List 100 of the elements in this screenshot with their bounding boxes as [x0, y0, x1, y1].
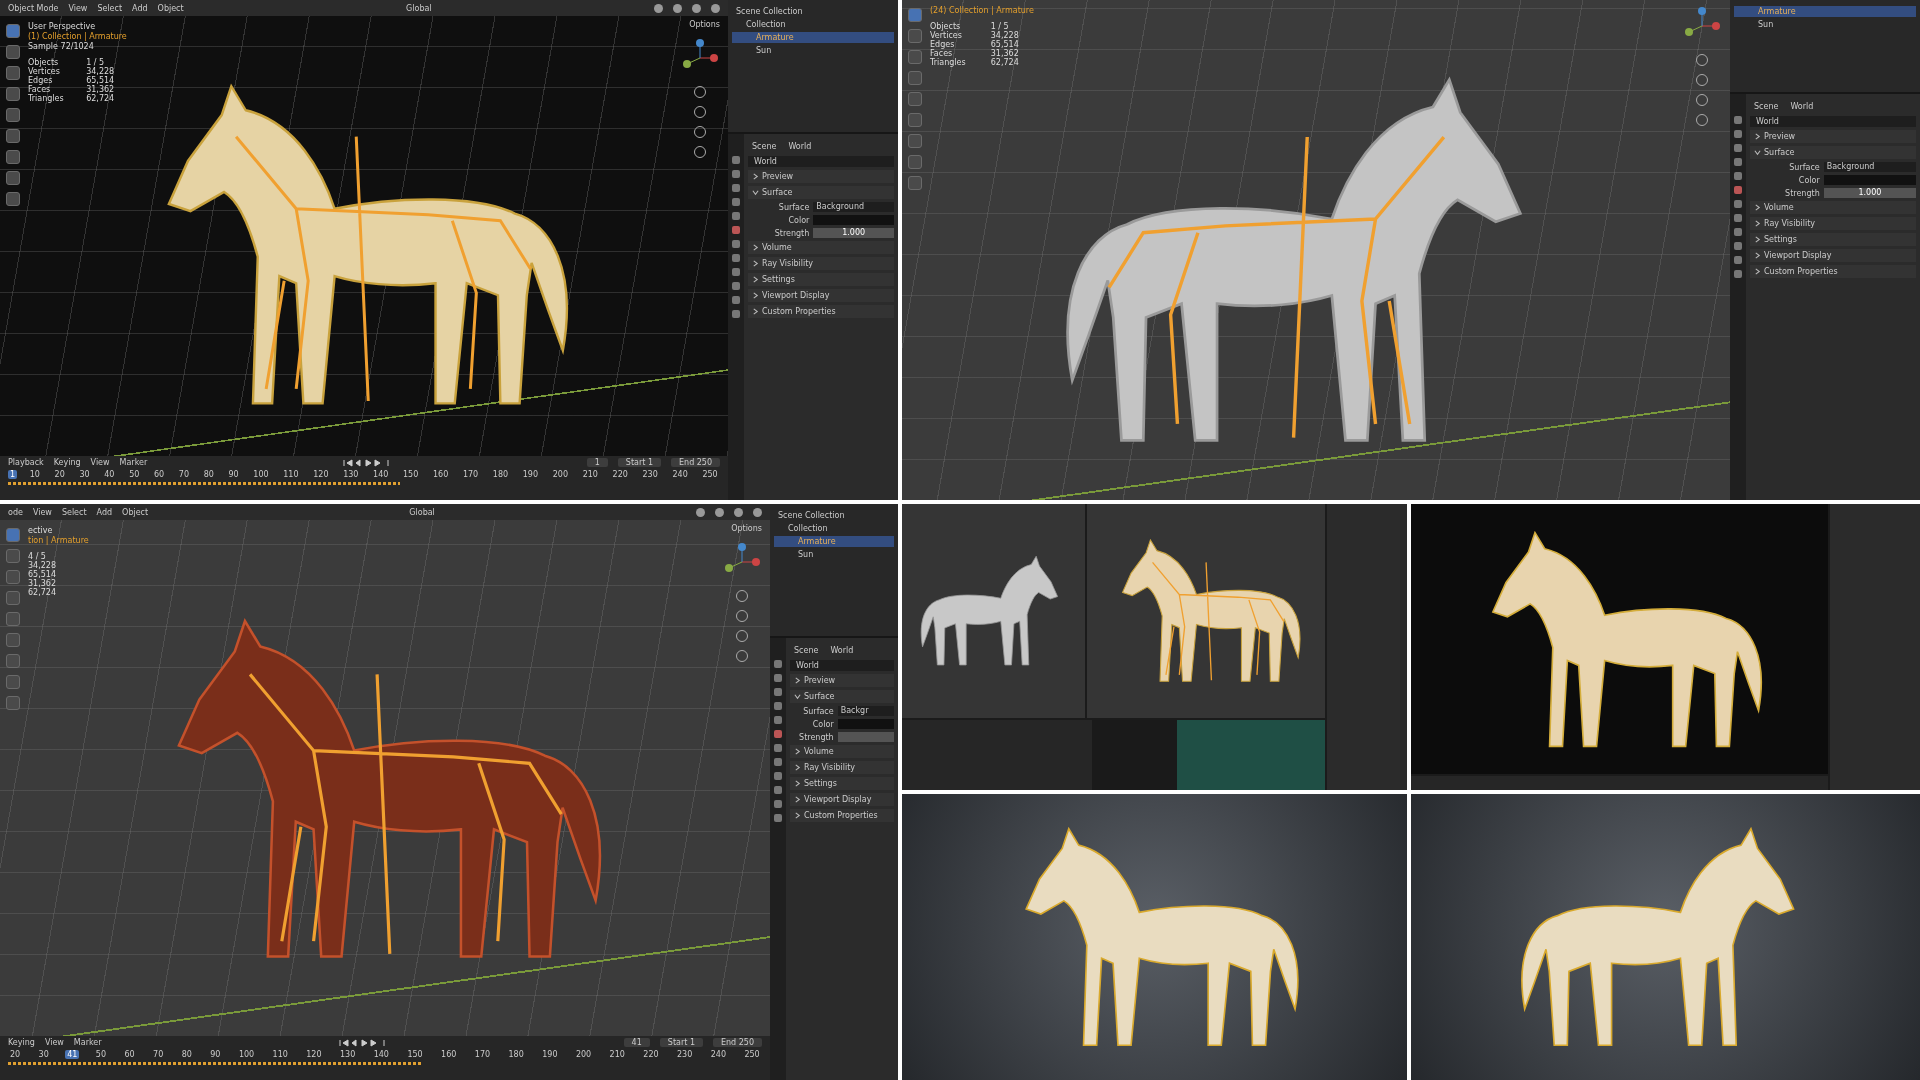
frame-number[interactable]: 190 — [540, 1050, 560, 1059]
frame-number[interactable]: 230 — [675, 1050, 695, 1059]
frame-number[interactable]: 150 — [405, 1050, 425, 1059]
frame-number[interactable]: 180 — [490, 470, 511, 479]
end-frame-field[interactable]: End 250 — [713, 1038, 762, 1047]
shader-field[interactable]: Backgr — [837, 706, 894, 716]
menu-item[interactable]: View — [44, 1038, 64, 1047]
menu-item[interactable]: Keying — [53, 458, 81, 467]
panel-header[interactable]: Custom Properties — [1750, 265, 1916, 278]
frame-number[interactable]: 130 — [338, 1050, 358, 1059]
frame-number[interactable]: 120 — [304, 1050, 324, 1059]
frame-number[interactable]: 130 — [341, 470, 361, 479]
world-name-field[interactable]: World — [748, 156, 894, 167]
number-field[interactable] — [837, 732, 894, 742]
frame-number[interactable]: 200 — [573, 1050, 594, 1059]
frame-number[interactable]: 80 — [179, 1050, 194, 1059]
menu-item[interactable]: View — [32, 507, 52, 517]
frame-number[interactable]: 110 — [270, 1050, 290, 1059]
menu-item[interactable]: Select — [61, 507, 87, 517]
frame-number[interactable]: 170 — [472, 1050, 493, 1059]
breadcrumb-item[interactable]: Scene — [752, 142, 777, 151]
frame-number[interactable]: 150 — [401, 470, 421, 479]
panel-header[interactable]: Custom Properties — [748, 305, 894, 318]
frame-number[interactable]: 250 — [742, 1050, 762, 1059]
panel-header[interactable]: Surface — [790, 690, 894, 703]
panel-header[interactable]: Viewport Display — [748, 289, 894, 302]
frame-number[interactable]: 240 — [708, 1050, 728, 1059]
menu-item[interactable]: View — [68, 3, 88, 13]
menu-item[interactable]: Add — [96, 507, 113, 517]
panel-header[interactable]: Settings — [1750, 233, 1916, 246]
frame-number[interactable]: 100 — [236, 1050, 257, 1059]
options-dropdown[interactable]: Options — [689, 20, 720, 29]
panel-header[interactable]: Ray Visibility — [748, 257, 894, 270]
shader-field[interactable]: Background — [813, 202, 894, 212]
panel-header[interactable]: Volume — [1750, 201, 1916, 214]
frame-number[interactable]: 90 — [226, 470, 241, 479]
panel-header[interactable]: Settings — [748, 273, 894, 286]
frame-number[interactable]: 110 — [281, 470, 301, 479]
frame-number[interactable]: 20 — [8, 1050, 23, 1059]
mode-dropdown[interactable]: ode — [8, 507, 23, 517]
menu-item[interactable]: Select — [97, 3, 123, 13]
number-field[interactable]: 1.000 — [1823, 188, 1916, 198]
frame-number[interactable]: 230 — [640, 470, 660, 479]
panel-header[interactable]: Surface — [748, 186, 894, 199]
breadcrumb-item[interactable]: World — [830, 646, 854, 655]
frame-number[interactable]: 10 — [27, 470, 42, 479]
frame-number[interactable]: 60 — [151, 470, 167, 479]
outliner-item[interactable]: Collection — [774, 523, 894, 534]
start-frame-field[interactable]: Start 1 — [659, 1038, 703, 1047]
orientation-dropdown[interactable]: Global — [409, 507, 435, 517]
menu-item[interactable]: Marker — [119, 458, 148, 467]
outliner-item[interactable]: Armature — [774, 536, 894, 547]
frame-number[interactable]: 240 — [670, 470, 690, 479]
panel-header[interactable]: Viewport Display — [1750, 249, 1916, 262]
number-field[interactable]: 1.000 — [813, 228, 894, 238]
end-frame-field[interactable]: End 250 — [671, 458, 720, 467]
shader-field[interactable]: Background — [1823, 162, 1916, 172]
color-field[interactable] — [837, 719, 894, 729]
frame-number[interactable]: 41 — [65, 1050, 80, 1059]
menu-item[interactable]: Add — [132, 3, 148, 13]
menu-item[interactable]: Keying — [8, 1038, 35, 1047]
frame-number[interactable]: 220 — [641, 1050, 661, 1059]
playback-controls-icon[interactable] — [337, 1038, 388, 1047]
outliner-item[interactable]: Armature — [1734, 6, 1916, 17]
frame-number[interactable]: 90 — [208, 1050, 223, 1059]
panel-header[interactable]: Settings — [790, 777, 894, 790]
menu-item[interactable]: View — [90, 458, 110, 467]
color-field[interactable] — [1823, 175, 1916, 185]
outliner-item[interactable]: Collection — [732, 19, 894, 30]
panel-header[interactable]: Preview — [1750, 130, 1916, 143]
frame-number[interactable]: 180 — [506, 1050, 526, 1059]
frame-number[interactable]: 50 — [127, 470, 142, 479]
frame-number[interactable]: 100 — [251, 470, 271, 479]
frame-number[interactable]: 1 — [8, 470, 18, 479]
frame-number[interactable]: 210 — [607, 1050, 627, 1059]
color-field[interactable] — [813, 215, 894, 225]
breadcrumb-item[interactable]: Scene — [1754, 102, 1779, 111]
panel-header[interactable]: Volume — [790, 745, 894, 758]
menu-item[interactable]: Playback — [8, 458, 44, 467]
frame-number[interactable]: 80 — [201, 470, 216, 479]
panel-header[interactable]: Volume — [748, 241, 894, 254]
frame-number[interactable]: 50 — [93, 1050, 108, 1059]
frame-number[interactable]: 30 — [36, 1050, 51, 1059]
panel-header[interactable]: Surface — [1750, 146, 1916, 159]
frame-number[interactable]: 160 — [439, 1050, 459, 1059]
world-name-field[interactable]: World — [1750, 116, 1916, 127]
frame-number[interactable]: 30 — [77, 470, 92, 479]
frame-number[interactable]: 190 — [520, 470, 541, 479]
playback-controls-icon[interactable] — [341, 458, 392, 467]
outliner-item[interactable]: Scene Collection — [774, 510, 894, 521]
outliner-item[interactable]: Sun — [774, 549, 894, 560]
frame-field[interactable]: 41 — [623, 1038, 650, 1047]
mode-dropdown[interactable]: Object Mode — [8, 3, 59, 13]
frame-number[interactable]: 160 — [430, 470, 451, 479]
frame-number[interactable]: 140 — [371, 1050, 391, 1059]
frame-number[interactable]: 60 — [122, 1050, 137, 1059]
frame-number[interactable]: 40 — [102, 470, 117, 479]
frame-number[interactable]: 210 — [580, 470, 600, 479]
panel-header[interactable]: Preview — [748, 170, 894, 183]
frame-number[interactable]: 20 — [52, 470, 67, 479]
